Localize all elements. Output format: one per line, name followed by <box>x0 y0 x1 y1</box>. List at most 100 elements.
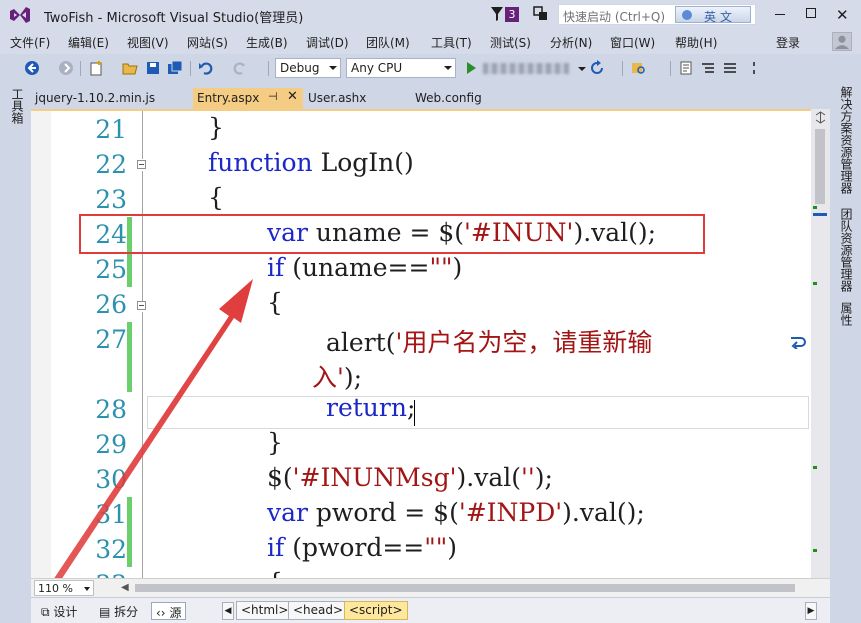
tab-jquery[interactable]: jquery-1.10.2.min.js <box>31 88 191 109</box>
navigate-forward-icon[interactable] <box>58 60 74 76</box>
find-in-files-icon[interactable] <box>630 60 646 76</box>
toolbar-overflow-icon[interactable] <box>746 60 762 76</box>
feedback-icon[interactable] <box>532 5 548 23</box>
start-debugging-icon[interactable] <box>463 60 479 76</box>
document-outline-icon[interactable] <box>678 60 694 76</box>
ime-icon <box>682 10 692 20</box>
chevron-down-icon[interactable] <box>574 60 590 76</box>
solution-platform-select[interactable]: Any CPU <box>346 58 456 78</box>
solution-configuration-select[interactable]: Debug <box>275 58 341 78</box>
save-all-icon[interactable] <box>167 60 183 76</box>
tab-label: Entry.aspx <box>197 91 260 105</box>
filter-icon[interactable] <box>490 6 504 22</box>
open-file-icon[interactable] <box>122 60 138 76</box>
menu-edit[interactable]: 编辑(E) <box>68 34 109 51</box>
new-project-icon[interactable] <box>88 60 104 76</box>
navigate-back-icon[interactable] <box>24 60 40 76</box>
breadcrumb-prev-icon[interactable]: ◀ <box>222 602 234 620</box>
window-title: TwoFish - Microsoft Visual Studio(管理员) <box>44 11 304 26</box>
toolbar-separator <box>80 61 81 76</box>
close-window-button[interactable]: ✕ <box>836 6 849 24</box>
design-view-button[interactable]: ⧉ 设计 <box>37 602 81 620</box>
code-line-33: { <box>267 568 283 578</box>
menu-file[interactable]: 文件(F) <box>10 34 50 51</box>
code-line-25: if (uname=="") <box>267 253 463 282</box>
chevron-down-icon <box>444 66 452 70</box>
tab-entry-aspx[interactable]: Entry.aspx ⊣ ✕ <box>193 88 303 109</box>
tab-label: User.ashx <box>308 91 367 105</box>
close-icon[interactable]: ✕ <box>287 89 298 104</box>
collapse-outline-icon[interactable] <box>137 160 146 169</box>
collapse-outline-icon[interactable] <box>137 301 146 310</box>
menu-team[interactable]: 团队(M) <box>366 34 410 51</box>
tab-web-config[interactable]: Web.config <box>411 88 526 109</box>
horizontal-scrollbar-thumb[interactable] <box>135 584 795 592</box>
line-number: 27 <box>95 325 127 354</box>
toolbox-tab[interactable]: 工具箱 <box>9 88 26 124</box>
vertical-scrollbar[interactable] <box>811 109 830 578</box>
comment-lines-icon[interactable] <box>700 60 716 76</box>
configuration-value: Debug <box>280 61 320 75</box>
redo-icon[interactable] <box>232 60 248 76</box>
menu-website[interactable]: 网站(S) <box>187 34 228 51</box>
view-label: 源 <box>169 606 182 620</box>
breadcrumb-html[interactable]: <html> <box>236 601 294 620</box>
code-editor[interactable]: 21 22 23 24 25 26 27 28 29 30 31 32 33 }… <box>31 109 811 578</box>
menu-bar: 文件(F) 编辑(E) 视图(V) 网站(S) 生成(B) 调试(D) 团队(M… <box>0 30 861 54</box>
team-explorer-tab[interactable]: 团队资源管理器 <box>838 208 855 292</box>
tab-user-ashx[interactable]: User.ashx <box>304 88 408 109</box>
menu-help[interactable]: 帮助(H) <box>675 34 717 51</box>
properties-tab[interactable]: 属性 <box>838 302 855 326</box>
code-line-21: } <box>208 113 224 142</box>
line-number: 32 <box>95 535 127 564</box>
source-view-button[interactable]: ‹› 源 <box>151 602 187 620</box>
undo-icon[interactable] <box>198 60 214 76</box>
notification-count-badge[interactable]: 3 <box>505 7 519 22</box>
start-target-label[interactable] <box>483 63 569 74</box>
menu-test[interactable]: 测试(S) <box>490 34 531 51</box>
visual-studio-logo-icon <box>10 7 30 23</box>
ime-label: 英文 <box>704 10 737 24</box>
split-window-icon[interactable] <box>814 111 827 124</box>
avatar[interactable] <box>832 32 852 51</box>
pin-icon[interactable]: ⊣ <box>268 90 278 103</box>
view-switcher-bar: ⧉ 设计 ▤ 拆分 ‹› 源 ◀ <html> <head> <script> … <box>31 597 830 623</box>
code-line-22: function LogIn() <box>208 148 414 177</box>
save-icon[interactable] <box>145 60 161 76</box>
document-tab-bar: jquery-1.10.2.min.js Entry.aspx ⊣ ✕ User… <box>31 88 830 109</box>
split-view-button[interactable]: ▤ 拆分 <box>95 602 142 620</box>
breadcrumb-head[interactable]: <head> <box>288 601 349 620</box>
refresh-icon[interactable] <box>589 60 605 76</box>
minimize-button[interactable] <box>775 14 785 15</box>
menu-debug[interactable]: 调试(D) <box>306 34 349 51</box>
right-tool-strip: 解决方案资源管理器 团队资源管理器 属性 <box>830 82 861 623</box>
maximize-button[interactable] <box>806 8 816 18</box>
view-label: 设计 <box>53 605 78 619</box>
code-line-27-wrap: 入'); <box>312 363 363 392</box>
scroll-change-mark <box>813 206 817 209</box>
uncomment-lines-icon[interactable] <box>722 60 738 76</box>
menu-tools[interactable]: 工具(T) <box>431 34 472 51</box>
zoom-level-select[interactable]: 110 % <box>34 580 94 596</box>
editor-gutter <box>31 111 51 578</box>
ime-indicator[interactable]: 英文 <box>675 6 751 24</box>
menu-build[interactable]: 生成(B) <box>246 34 288 51</box>
tab-label: jquery-1.10.2.min.js <box>35 91 156 105</box>
breadcrumb-next-icon[interactable]: ▶ <box>805 602 817 620</box>
menu-window[interactable]: 窗口(W) <box>610 34 655 51</box>
code-line-27: alert('用户名为空，请重新输 <box>326 328 653 357</box>
menu-view[interactable]: 视图(V) <box>127 34 169 51</box>
toolbar-separator <box>190 61 191 76</box>
menu-analyze[interactable]: 分析(N) <box>550 34 592 51</box>
view-label: 拆分 <box>114 605 139 619</box>
code-line-30: $('#INUNMsg').val(''); <box>267 463 553 492</box>
quick-launch-input[interactable]: 快速启动 (Ctrl+Q) 英文 <box>558 4 756 25</box>
line-number: 30 <box>95 465 127 494</box>
line-number: 25 <box>95 255 127 284</box>
scrollbar-thumb[interactable] <box>815 129 825 204</box>
scroll-left-icon[interactable]: ◀ <box>121 582 129 593</box>
breadcrumb-script[interactable]: <script> <box>344 601 408 620</box>
title-bar: TwoFish - Microsoft Visual Studio(管理员) 3… <box>0 0 861 30</box>
signin-link[interactable]: 登录 <box>776 34 800 51</box>
solution-explorer-tab[interactable]: 解决方案资源管理器 <box>838 86 855 194</box>
